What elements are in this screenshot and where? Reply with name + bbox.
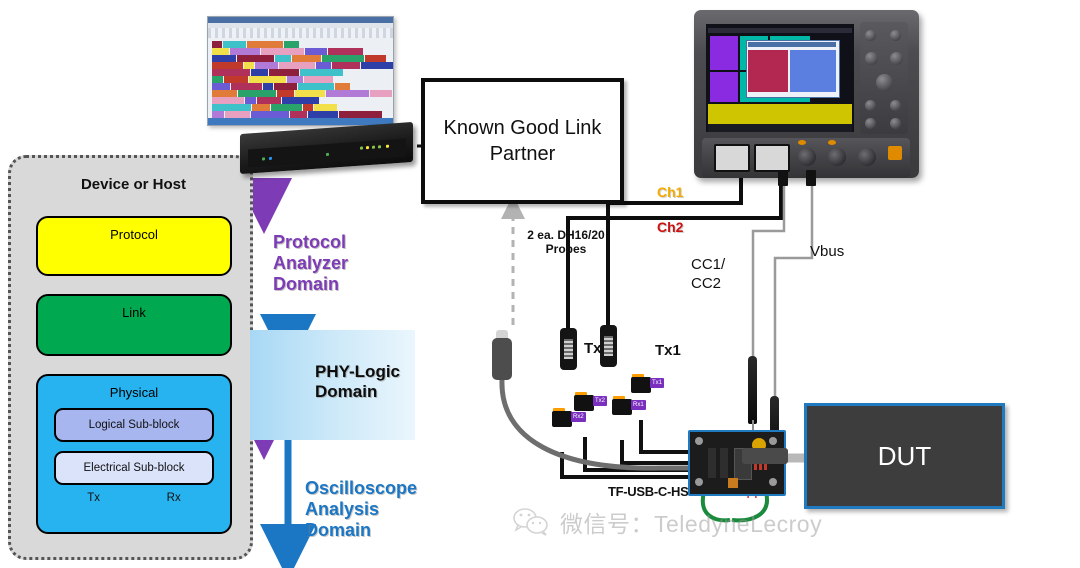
- pa-window-statusbar: [208, 118, 393, 125]
- tx1-tip-lead: [639, 420, 688, 454]
- dh-probe-tx2: [560, 328, 577, 370]
- device-or-host-title: Device or Host: [80, 176, 187, 193]
- usb-c-plug-body: [492, 338, 512, 380]
- layer-link-label: Link: [122, 305, 146, 320]
- dh-probe-tx1: [600, 325, 617, 367]
- ch2-label: Ch2: [657, 219, 684, 235]
- device-or-host-panel: Device or Host Protocol Link Physical Lo…: [8, 155, 253, 560]
- scope-probe-tab-cc: [778, 170, 788, 186]
- rx2-tip-lead: [560, 452, 688, 479]
- probe-tag-tx1: Tx1: [650, 378, 665, 388]
- dh-probes-label: 2 ea. DH16/20 Probes: [527, 228, 605, 257]
- protocol-analyzer-software-window: [207, 16, 394, 126]
- fixture-usb-c-receptacle: [742, 448, 788, 464]
- layer-protocol: Protocol: [36, 216, 232, 276]
- oscilloscope-screen: [706, 24, 854, 132]
- known-good-link-partner-box: Known Good Link Partner: [421, 78, 624, 204]
- cc-hand-probe: [748, 356, 757, 424]
- layer-physical-label: Physical: [109, 385, 159, 400]
- oscilloscope: [694, 10, 919, 186]
- pa-window-toolbar: [208, 28, 393, 38]
- protocol-analyzer-hardware: [240, 121, 413, 175]
- probe-tag-tx2: Tx2: [593, 396, 608, 406]
- oscilloscope-control-panel[interactable]: [860, 22, 908, 134]
- layer-link: Link: [36, 294, 232, 356]
- rx1-tip-lead: [620, 440, 688, 465]
- physical-ports: Tx Rx: [54, 492, 214, 504]
- scope-input-ch1[interactable]: [714, 144, 750, 172]
- tx1-label: Tx1: [655, 342, 681, 359]
- scope-input-ch2[interactable]: [754, 144, 790, 172]
- pa-front-panel: [248, 138, 406, 168]
- sub-block-logical: Logical Sub-block: [54, 408, 214, 442]
- watermark-text: 微信号：TeledyneLecroy: [560, 511, 823, 537]
- sub-block-electrical: Electrical Sub-block: [54, 451, 214, 485]
- phy-logic-domain-label: PHY-Logic Domain: [315, 362, 401, 402]
- watermark: 微信号：TeledyneLecroy: [512, 505, 822, 539]
- tx2-tip-lead: [583, 437, 688, 472]
- ch1-label: Ch1: [657, 184, 684, 200]
- fixture-label: TF-USB-C-HS: [608, 484, 689, 499]
- probe-tag-rx1: Rx1: [631, 400, 646, 410]
- scope-bnc-ch4[interactable]: [828, 148, 846, 166]
- pa-packet-rows: [212, 41, 393, 118]
- port-rx: Rx: [166, 492, 181, 504]
- oscilloscope-domain-label: Oscilloscope Analysis Domain: [305, 478, 418, 541]
- vbus-label: Vbus: [810, 243, 845, 260]
- scope-bnc-aux[interactable]: [858, 148, 876, 166]
- probe-tag-rx2: Rx2: [571, 412, 586, 422]
- layer-protocol-label: Protocol: [110, 227, 158, 242]
- cc-probe-wire: [751, 185, 786, 358]
- layer-physical: Physical Logical Sub-block Electrical Su…: [36, 374, 232, 534]
- cc1-cc2-label: CC1/ CC2: [691, 256, 726, 292]
- wechat-icon: [513, 508, 548, 536]
- usb-c-cable: [499, 377, 703, 471]
- vbus-probe-wire: [773, 185, 814, 397]
- scope-probe-tab-vbus: [806, 170, 816, 186]
- port-tx: Tx: [87, 492, 101, 504]
- dut-box: DUT: [804, 403, 1005, 509]
- protocol-analyzer-domain-label: Protocol Analyzer Domain: [273, 232, 349, 295]
- scope-bnc-ch3[interactable]: [798, 148, 816, 166]
